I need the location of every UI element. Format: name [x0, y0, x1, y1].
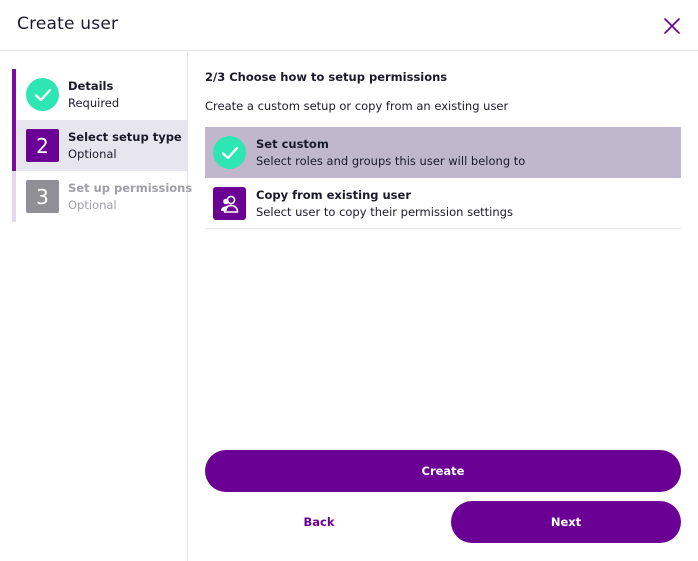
step-number-badge: 3	[26, 180, 59, 213]
dialog-header: Create user	[0, 0, 698, 51]
option-set-custom[interactable]: Set custom Select roles and groups this …	[205, 127, 681, 178]
option-title: Copy from existing user	[256, 188, 412, 202]
create-button[interactable]: Create	[205, 450, 681, 492]
step-details[interactable]: Details Required	[12, 69, 187, 120]
option-title: Set custom	[256, 137, 329, 151]
next-button[interactable]: Next	[451, 501, 681, 543]
back-button[interactable]: Back	[205, 501, 433, 543]
step-name: Set up permissions	[68, 181, 193, 195]
step-indicator-bar	[12, 69, 16, 120]
step-status: Required	[68, 96, 120, 110]
step-name: Select setup type	[68, 130, 182, 144]
step-status: Optional	[68, 198, 117, 212]
step-select-setup-type[interactable]: 2 Select setup type Optional	[12, 120, 187, 171]
step-status: Optional	[68, 147, 117, 161]
user-copy-icon	[220, 195, 238, 213]
close-icon	[664, 18, 680, 34]
option-copy-existing-user[interactable]: Copy from existing user Select user to c…	[205, 178, 681, 229]
check-icon	[34, 88, 51, 101]
stepper-sidebar: Details Required 2 Select setup type Opt…	[0, 52, 192, 561]
step-name: Details	[68, 79, 114, 93]
step-set-up-permissions: 3 Set up permissions Optional	[12, 171, 192, 222]
option-icon-badge	[213, 187, 246, 220]
check-icon	[221, 146, 238, 159]
dialog-title: Create user	[17, 14, 119, 34]
option-description: Select roles and groups this user will b…	[256, 154, 526, 168]
option-description: Select user to copy their permission set…	[256, 205, 513, 219]
step-number-badge: 2	[26, 129, 59, 162]
option-selected-badge	[213, 136, 246, 169]
close-button[interactable]	[661, 15, 683, 37]
step-indicator-bar	[12, 171, 16, 222]
step-heading: 2/3 Choose how to setup permissions	[205, 70, 448, 84]
step-indicator-bar	[12, 120, 16, 171]
step-intro: Create a custom setup or copy from an ex…	[205, 99, 509, 113]
step-completed-badge	[26, 78, 59, 111]
